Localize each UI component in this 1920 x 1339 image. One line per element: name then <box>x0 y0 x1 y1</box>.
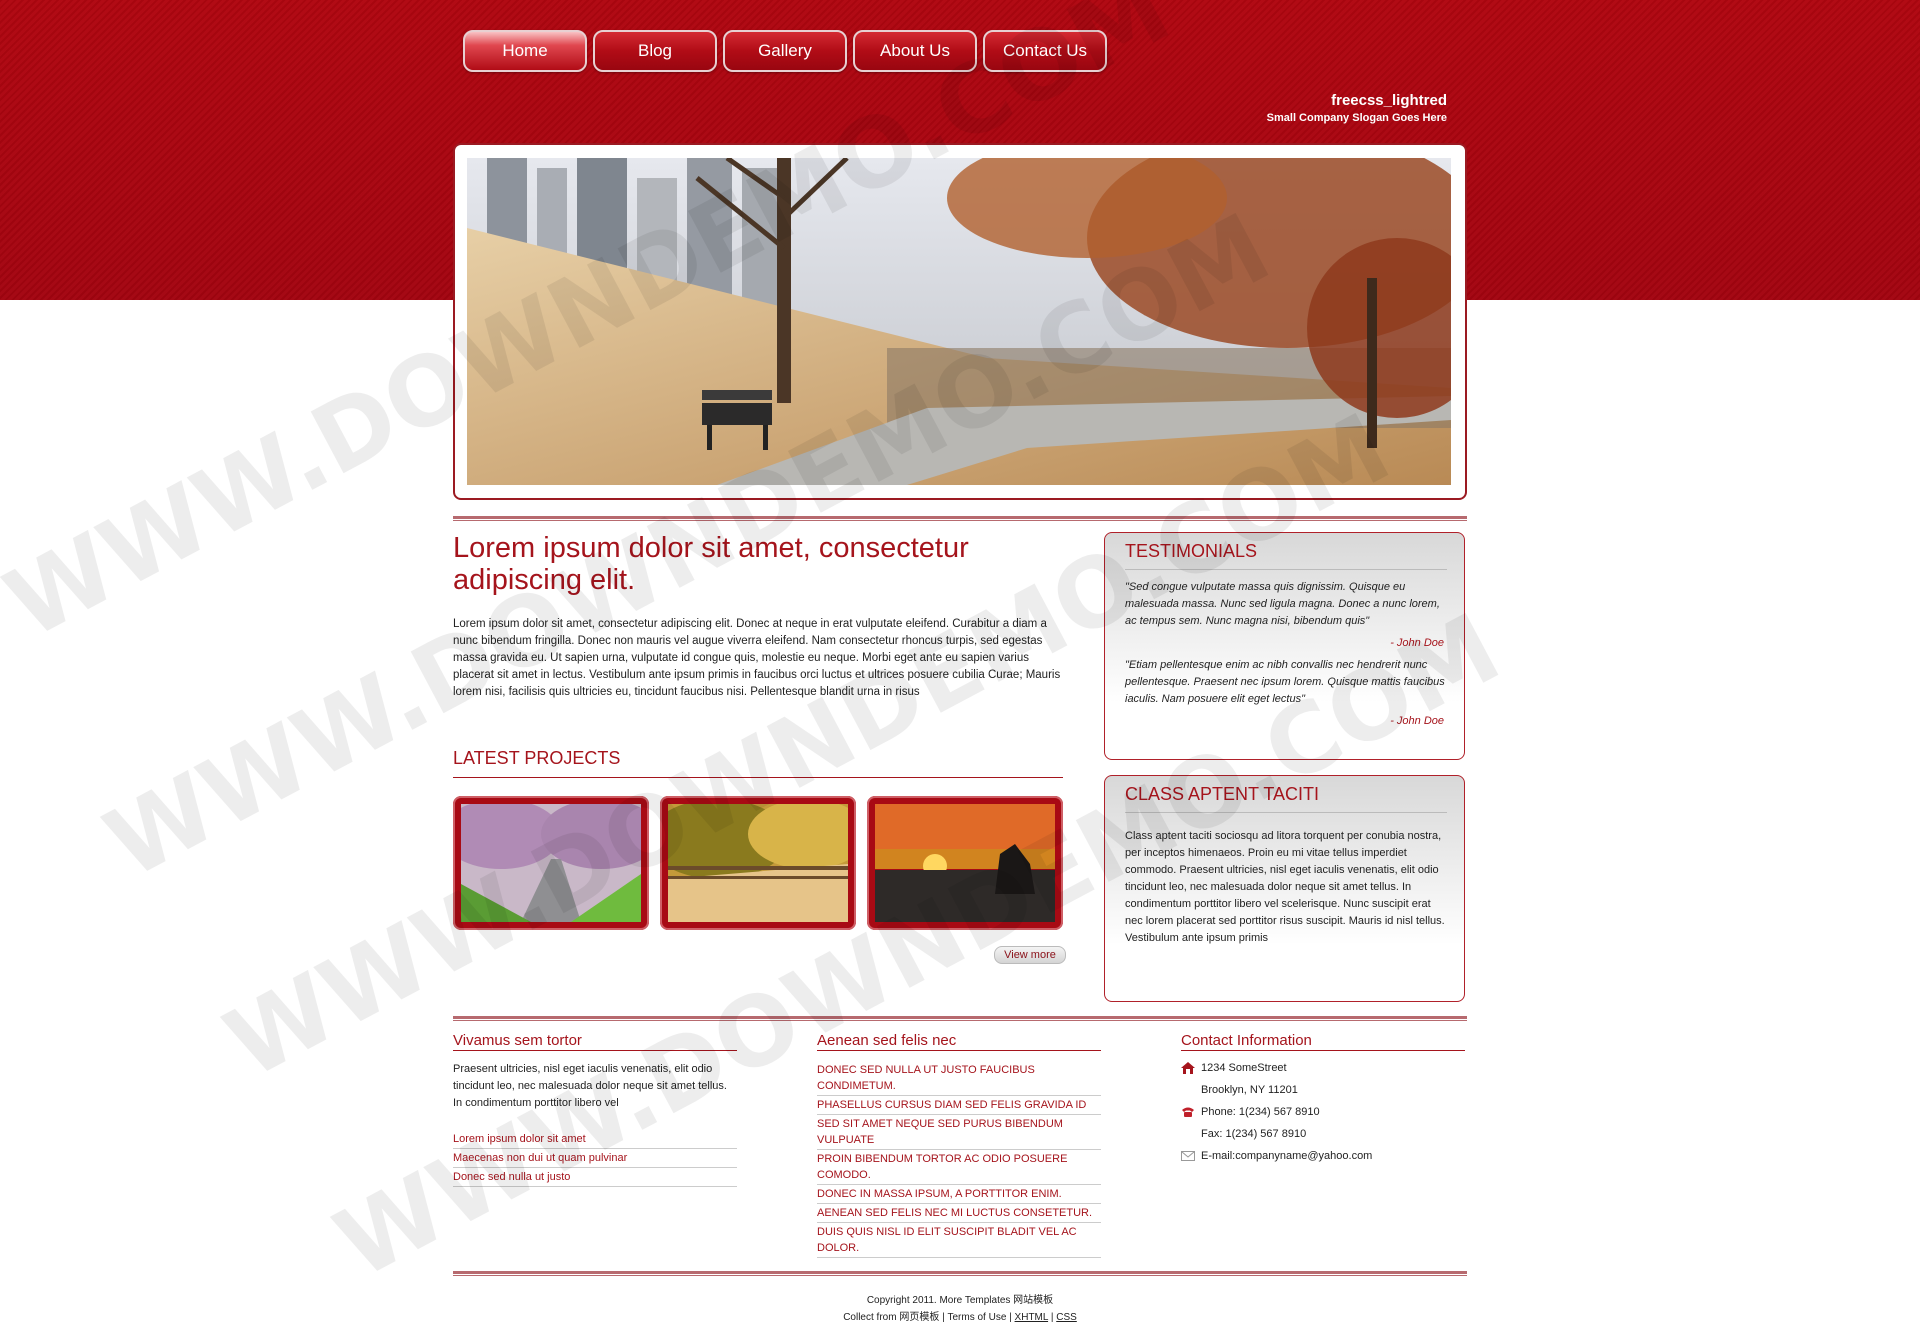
footer-link[interactable]: AENEAN SED FELIS NEC MI LUCTUS CONSETETU… <box>817 1204 1101 1223</box>
css-link[interactable]: CSS <box>1056 1312 1077 1323</box>
footer-col3-title: Contact Information <box>1181 1032 1465 1051</box>
nav-contact-us[interactable]: Contact Us <box>983 30 1107 72</box>
testimonials-title: TESTIMONIALS <box>1125 541 1447 570</box>
footer-link[interactable]: DONEC SED NULLA UT JUSTO FAUCIBUS CONDIM… <box>817 1061 1101 1096</box>
collect-link[interactable]: Collect from 网页模板 <box>843 1312 939 1323</box>
home-icon <box>1181 1062 1195 1074</box>
footer-col2-title: Aenean sed felis nec <box>817 1032 1101 1051</box>
footer-link[interactable]: Lorem ipsum dolor sit amet <box>453 1130 737 1149</box>
project-thumb[interactable] <box>660 796 856 930</box>
project-image <box>875 804 1055 922</box>
phone-icon <box>1182 1107 1194 1117</box>
site-slogan: Small Company Slogan Goes Here <box>1266 112 1447 124</box>
main-heading: Lorem ipsum dolor sit amet, consectetur … <box>453 532 969 596</box>
footer-link[interactable]: SED SIT AMET NEQUE SED PURUS BIBENDUM VU… <box>817 1115 1101 1150</box>
hero-image <box>467 158 1451 485</box>
footer-link[interactable]: PHASELLUS CURSUS DIAM SED FELIS GRAVIDA … <box>817 1096 1101 1115</box>
testimonial-quote: "Etiam pellentesque enim ac nibh convall… <box>1125 659 1445 705</box>
footer-col1-text: Praesent ultricies, nisl eget iaculis ve… <box>453 1063 727 1109</box>
main-paragraph: Lorem ipsum dolor sit amet, consectetur … <box>453 618 1061 698</box>
footer-link[interactable]: Donec sed nulla ut justo <box>453 1168 737 1187</box>
terms-link[interactable]: Terms of Use <box>947 1312 1006 1323</box>
project-thumb[interactable] <box>867 796 1063 930</box>
brand: freecss_lightred Small Company Slogan Go… <box>1267 92 1447 124</box>
class-aptent-box: CLASS APTENT TACITI Class aptent taciti … <box>1104 775 1465 1002</box>
footer-column-3: Contact Information 1234 SomeStreet Broo… <box>1181 1032 1465 1167</box>
footer-link[interactable]: Maecenas non dui ut quam pulvinar <box>453 1149 737 1168</box>
nav-blog[interactable]: Blog <box>593 30 717 72</box>
testimonials-box: TESTIMONIALS "Sed congue vulputate massa… <box>1104 532 1465 760</box>
project-image <box>461 804 641 922</box>
contact-phone: Phone: 1(234) 567 8910 <box>1181 1101 1465 1123</box>
project-thumb[interactable] <box>453 796 649 930</box>
latest-projects-title: LATEST PROJECTS <box>453 748 1063 778</box>
nav-about-us[interactable]: About Us <box>853 30 977 72</box>
footer-col1-links: Lorem ipsum dolor sit amet Maecenas non … <box>453 1130 737 1187</box>
testimonial-author: - John Doe <box>1390 637 1444 649</box>
footer-column-1: Vivamus sem tortor Praesent ultricies, n… <box>453 1032 737 1187</box>
contact-phone-text: Phone: 1(234) 567 8910 <box>1201 1106 1320 1118</box>
contact-address: 1234 SomeStreet <box>1181 1057 1465 1079</box>
footer-link[interactable]: DUIS QUIS NISL ID ELIT SUSCIPIT BLADIT V… <box>817 1223 1101 1258</box>
contact-email: E-mail:companyname@yahoo.com <box>1181 1145 1465 1167</box>
testimonial-author: - John Doe <box>1390 715 1444 727</box>
footer-column-2: Aenean sed felis nec DONEC SED NULLA UT … <box>817 1032 1101 1258</box>
view-more-button[interactable]: View more <box>994 946 1066 964</box>
footer-link[interactable]: PROIN BIBENDUM TORTOR AC ODIO POSUERE CO… <box>817 1150 1101 1185</box>
footer-links-line: Collect from 网页模板 | Terms of Use | XHTML… <box>843 1312 1077 1323</box>
site-name: freecss_lightred <box>1331 92 1447 109</box>
class-aptent-text: Class aptent taciti sociosqu ad litora t… <box>1125 830 1445 944</box>
divider-top <box>453 516 1467 521</box>
envelope-icon <box>1181 1151 1195 1161</box>
nav-gallery[interactable]: Gallery <box>723 30 847 72</box>
main-nav: Home Blog Gallery About Us Contact Us <box>463 30 1107 72</box>
contact-fax: Fax: 1(234) 567 8910 <box>1181 1123 1465 1145</box>
class-aptent-title: CLASS APTENT TACITI <box>1125 784 1447 813</box>
contact-address-line2: Brooklyn, NY 11201 <box>1201 1084 1298 1096</box>
footer-link[interactable]: DONEC IN MASSA IPSUM, A PORTTITOR ENIM. <box>817 1185 1101 1204</box>
copyright-line: Copyright 2011. More Templates 网站模板 <box>866 1295 1054 1306</box>
divider-middle <box>453 1016 1467 1021</box>
contact-fax-text: Fax: 1(234) 567 8910 <box>1201 1128 1307 1140</box>
nav-home[interactable]: Home <box>463 30 587 72</box>
hero-banner <box>453 143 1467 500</box>
contact-address-line: Brooklyn, NY 11201 <box>1181 1079 1465 1101</box>
footer-col1-title: Vivamus sem tortor <box>453 1032 737 1051</box>
xhtml-link[interactable]: XHTML <box>1015 1312 1049 1323</box>
footer-col2-links: DONEC SED NULLA UT JUSTO FAUCIBUS CONDIM… <box>817 1061 1101 1258</box>
project-image <box>668 804 848 922</box>
copyright: Copyright 2011. More Templates 网站模板 Coll… <box>453 1292 1467 1326</box>
contact-email-text[interactable]: E-mail:companyname@yahoo.com <box>1201 1150 1372 1162</box>
divider-bottom <box>453 1271 1467 1276</box>
contact-address-line1: 1234 SomeStreet <box>1201 1062 1287 1074</box>
testimonial-quote: "Sed congue vulputate massa quis digniss… <box>1125 581 1440 627</box>
page-wrapper: Home Blog Gallery About Us Contact Us fr… <box>453 0 1467 1339</box>
